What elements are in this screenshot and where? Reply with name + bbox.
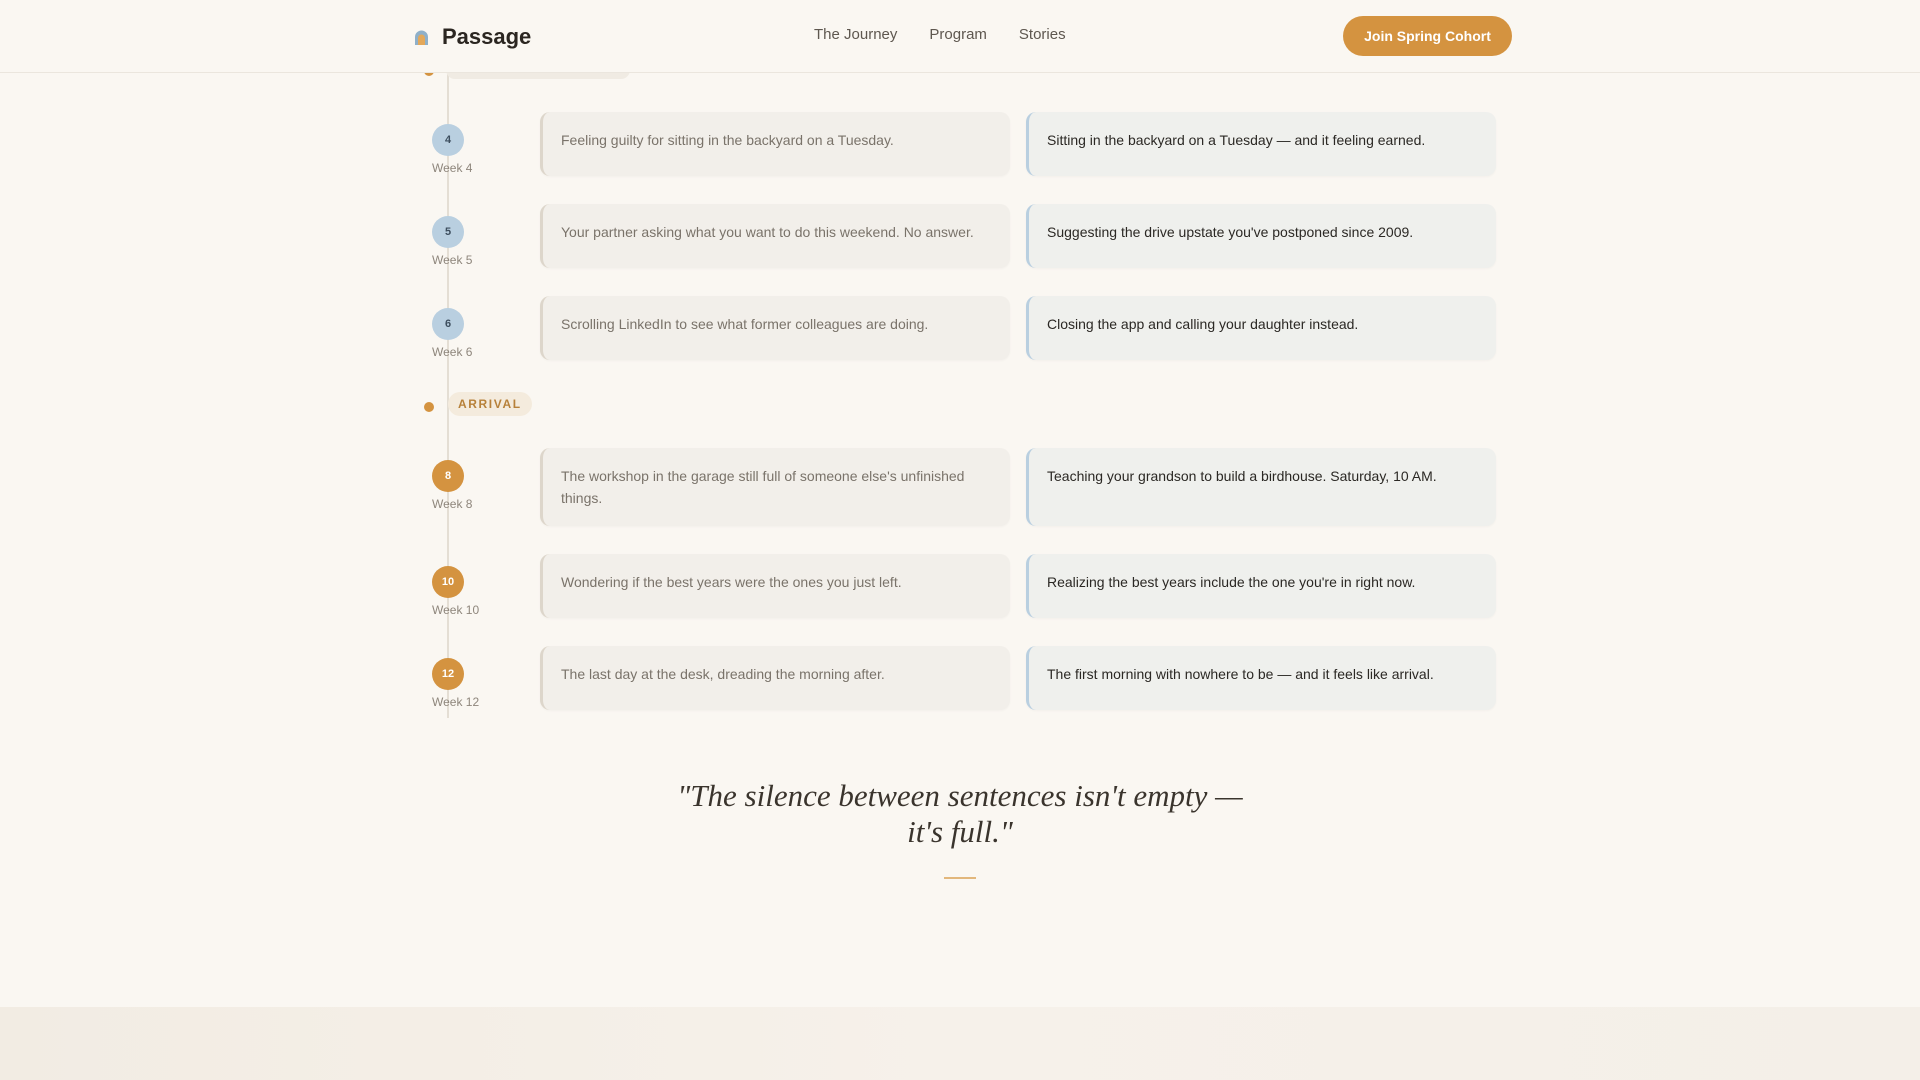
before-card: Wondering if the best years were the one…	[540, 554, 1010, 618]
after-card: The first morning with nowhere to be — a…	[1026, 646, 1496, 710]
after-card: Teaching your grandson to build a birdho…	[1026, 448, 1496, 526]
week-number-badge: 6	[432, 308, 464, 340]
nav-link-journey[interactable]: The Journey	[814, 26, 897, 43]
nav-link-stories[interactable]: Stories	[1019, 26, 1066, 43]
pull-quote: "The silence between sentences isn't emp…	[677, 778, 1243, 849]
after-card: Suggesting the drive upstate you've post…	[1026, 204, 1496, 268]
site-header: Passage The Journey Program Stories Join…	[0, 0, 1920, 73]
week-number-badge: 12	[432, 658, 464, 690]
week-number-badge: 5	[432, 216, 464, 248]
brand-name: Passage	[442, 24, 532, 49]
after-card: Closing the app and calling your daughte…	[1026, 296, 1496, 360]
week-number-badge: 8	[432, 460, 464, 492]
before-card: Feeling guilty for sitting in the backya…	[540, 112, 1010, 176]
phase-label-arrival: ARRIVAL	[448, 392, 532, 416]
week-label: Week 6	[432, 345, 473, 359]
week-number-badge: 4	[432, 124, 464, 156]
before-card: Scrolling LinkedIn to see what former co…	[540, 296, 1010, 360]
before-card: The last day at the desk, dreading the m…	[540, 646, 1010, 710]
week-label: Week 4	[432, 161, 473, 175]
after-card: Sitting in the backyard on a Tuesday — a…	[1026, 112, 1496, 176]
join-cohort-button[interactable]: Join Spring Cohort	[1343, 16, 1512, 56]
week-label: Week 8	[432, 497, 473, 511]
next-section-band	[0, 1007, 1920, 1080]
main-nav: The Journey Program Stories	[814, 26, 1066, 43]
before-card: The workshop in the garage still full of…	[540, 448, 1010, 526]
quote-divider	[944, 877, 976, 879]
week-label: Week 5	[432, 253, 473, 267]
week-label: Week 10	[432, 603, 480, 617]
phase-dot-arrival	[424, 402, 434, 412]
nav-link-program[interactable]: Program	[929, 26, 987, 43]
arch-logo-icon	[415, 30, 428, 45]
brand[interactable]: Passage	[413, 22, 531, 52]
week-label: Week 12	[432, 695, 480, 709]
week-number-badge: 10	[432, 566, 464, 598]
after-card: Realizing the best years include the one…	[1026, 554, 1496, 618]
before-card: Your partner asking what you want to do …	[540, 204, 1010, 268]
